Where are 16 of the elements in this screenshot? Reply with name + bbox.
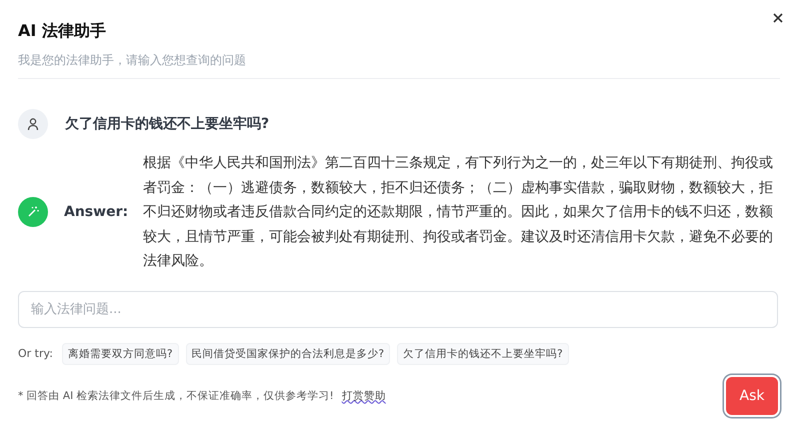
close-icon <box>773 13 783 23</box>
sponsor-link[interactable]: 打赏赞助 <box>342 388 386 402</box>
suggestion-chip[interactable]: 民间借贷受国家保护的合法利息是多少? <box>186 342 390 364</box>
disclaimer-text: * 回答由 AI 检索法律文件后生成，不保证准确率，仅供参考学习! <box>18 388 334 402</box>
question-input-field[interactable]: 输入法律问题... <box>18 290 778 328</box>
answer-label: Answer: <box>64 204 130 220</box>
or-try-label: Or try: <box>18 347 53 360</box>
ask-button[interactable]: Ask <box>726 376 778 414</box>
question-text: 欠了信用卡的钱还不上要坐牢吗? <box>65 115 270 133</box>
suggestion-chip[interactable]: 欠了信用卡的钱还不上要坐牢吗? <box>397 342 569 364</box>
answer-text: 根据《中华人民共和国刑法》第二百四十三条规定，有下列行为之一的，处三年以下有期徒刑、拘役或者罚金：（一）逃避债务，数额较大，拒不归还债务；（二）虚构事实借款，骗取财物，数额较大，拒不归还财物或者违反借款合同约定的还款期限，情节严重的。因此，如果欠了信用卡的钱不归还，数额较大，且情节严重，可能会被判处有期徒刑、拘役或者罚金。建议及时还清信用卡欠款，避免不必要的法律风险。 <box>143 154 774 271</box>
suggestion-chip[interactable]: 离婚需要双方同意吗? <box>62 342 179 364</box>
dialog-title: AI 法律助手 <box>18 20 107 42</box>
magic-wand-icon <box>18 197 48 228</box>
dialog-subtitle: 我是您的法律助手，请输入您想查询的问题 <box>18 52 247 69</box>
user-avatar-icon <box>18 109 48 139</box>
